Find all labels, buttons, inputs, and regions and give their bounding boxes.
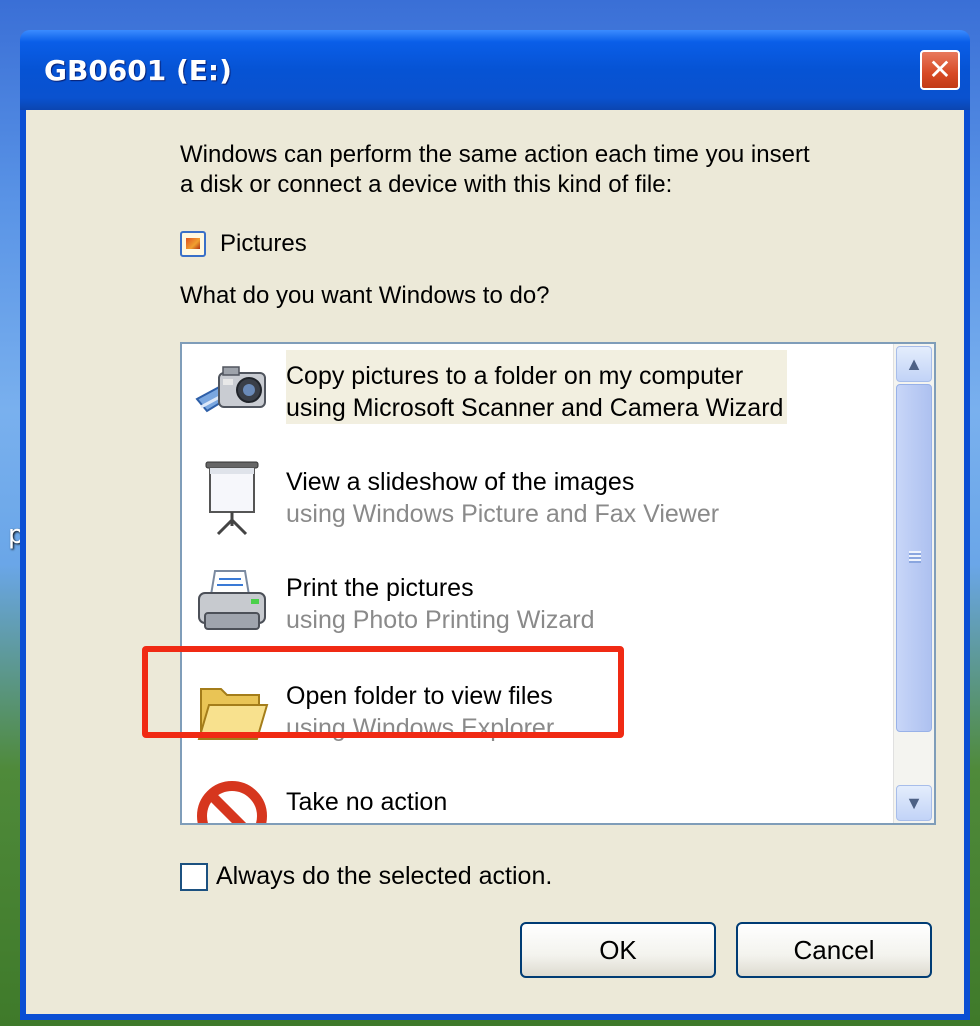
intro-line-1: Windows can perform the same action each…: [180, 141, 810, 168]
action-listbox[interactable]: Copy pictures to a folder on my computer…: [180, 342, 936, 825]
cancel-button[interactable]: Cancel: [736, 922, 932, 978]
action-item-copy-pictures[interactable]: Copy pictures to a folder on my computer…: [192, 350, 788, 430]
scroll-up-button[interactable]: ▲: [896, 346, 932, 382]
ok-button[interactable]: OK: [520, 922, 716, 978]
action-item-slideshow[interactable]: View a slideshow of the images using Win…: [192, 456, 719, 536]
projector-screen-icon: [192, 456, 272, 536]
action-item-no-action[interactable]: Take no action: [192, 776, 447, 823]
chevron-down-icon: ▼: [905, 792, 923, 813]
no-action-icon: [192, 776, 272, 823]
action-title: Copy pictures to a folder on my computer: [286, 362, 744, 390]
scroll-down-button[interactable]: ▼: [896, 785, 932, 821]
always-label: Always do the selected action.: [216, 862, 553, 890]
intro-line-2: a disk or connect a device with this kin…: [180, 171, 673, 198]
action-item-open-folder[interactable]: Open folder to view files using Windows …: [192, 670, 554, 750]
window-title: GB0601 (E:): [44, 53, 232, 87]
action-item-print[interactable]: Print the pictures using Photo Printing …: [192, 562, 594, 642]
title-bar[interactable]: GB0601 (E:) ✕: [20, 30, 970, 110]
camera-icon: [192, 350, 272, 430]
close-icon: ✕: [928, 53, 952, 86]
printer-icon: [192, 562, 272, 642]
action-title: Print the pictures: [286, 574, 474, 602]
dialog-body: Windows can perform the same action each…: [26, 110, 964, 1014]
action-title: Take no action: [286, 788, 448, 816]
always-do-row[interactable]: Always do the selected action.: [180, 862, 552, 891]
action-subtitle: using Windows Explorer: [286, 714, 555, 742]
content-type-label: Pictures: [220, 230, 307, 257]
grip-icon: [909, 551, 921, 563]
close-button[interactable]: ✕: [920, 50, 960, 90]
content-type-row: Pictures: [180, 230, 307, 258]
vertical-scrollbar[interactable]: ▲ ▼: [893, 344, 934, 823]
chevron-up-icon: ▲: [905, 353, 923, 374]
action-subtitle: using Microsoft Scanner and Camera Wizar…: [286, 394, 784, 422]
action-title: View a slideshow of the images: [286, 468, 635, 496]
action-subtitle: using Windows Picture and Fax Viewer: [286, 500, 720, 528]
action-title: Open folder to view files: [286, 682, 553, 710]
folder-icon: [192, 670, 272, 750]
action-subtitle: using Photo Printing Wizard: [286, 606, 595, 634]
always-checkbox[interactable]: [180, 862, 208, 891]
intro-text: Windows can perform the same action each…: [180, 140, 940, 200]
scroll-thumb[interactable]: [896, 384, 932, 732]
question-label: What do you want Windows to do?: [180, 282, 550, 309]
autoplay-dialog: GB0601 (E:) ✕ Windows can perform the sa…: [20, 30, 970, 1020]
pictures-icon: [180, 231, 206, 257]
